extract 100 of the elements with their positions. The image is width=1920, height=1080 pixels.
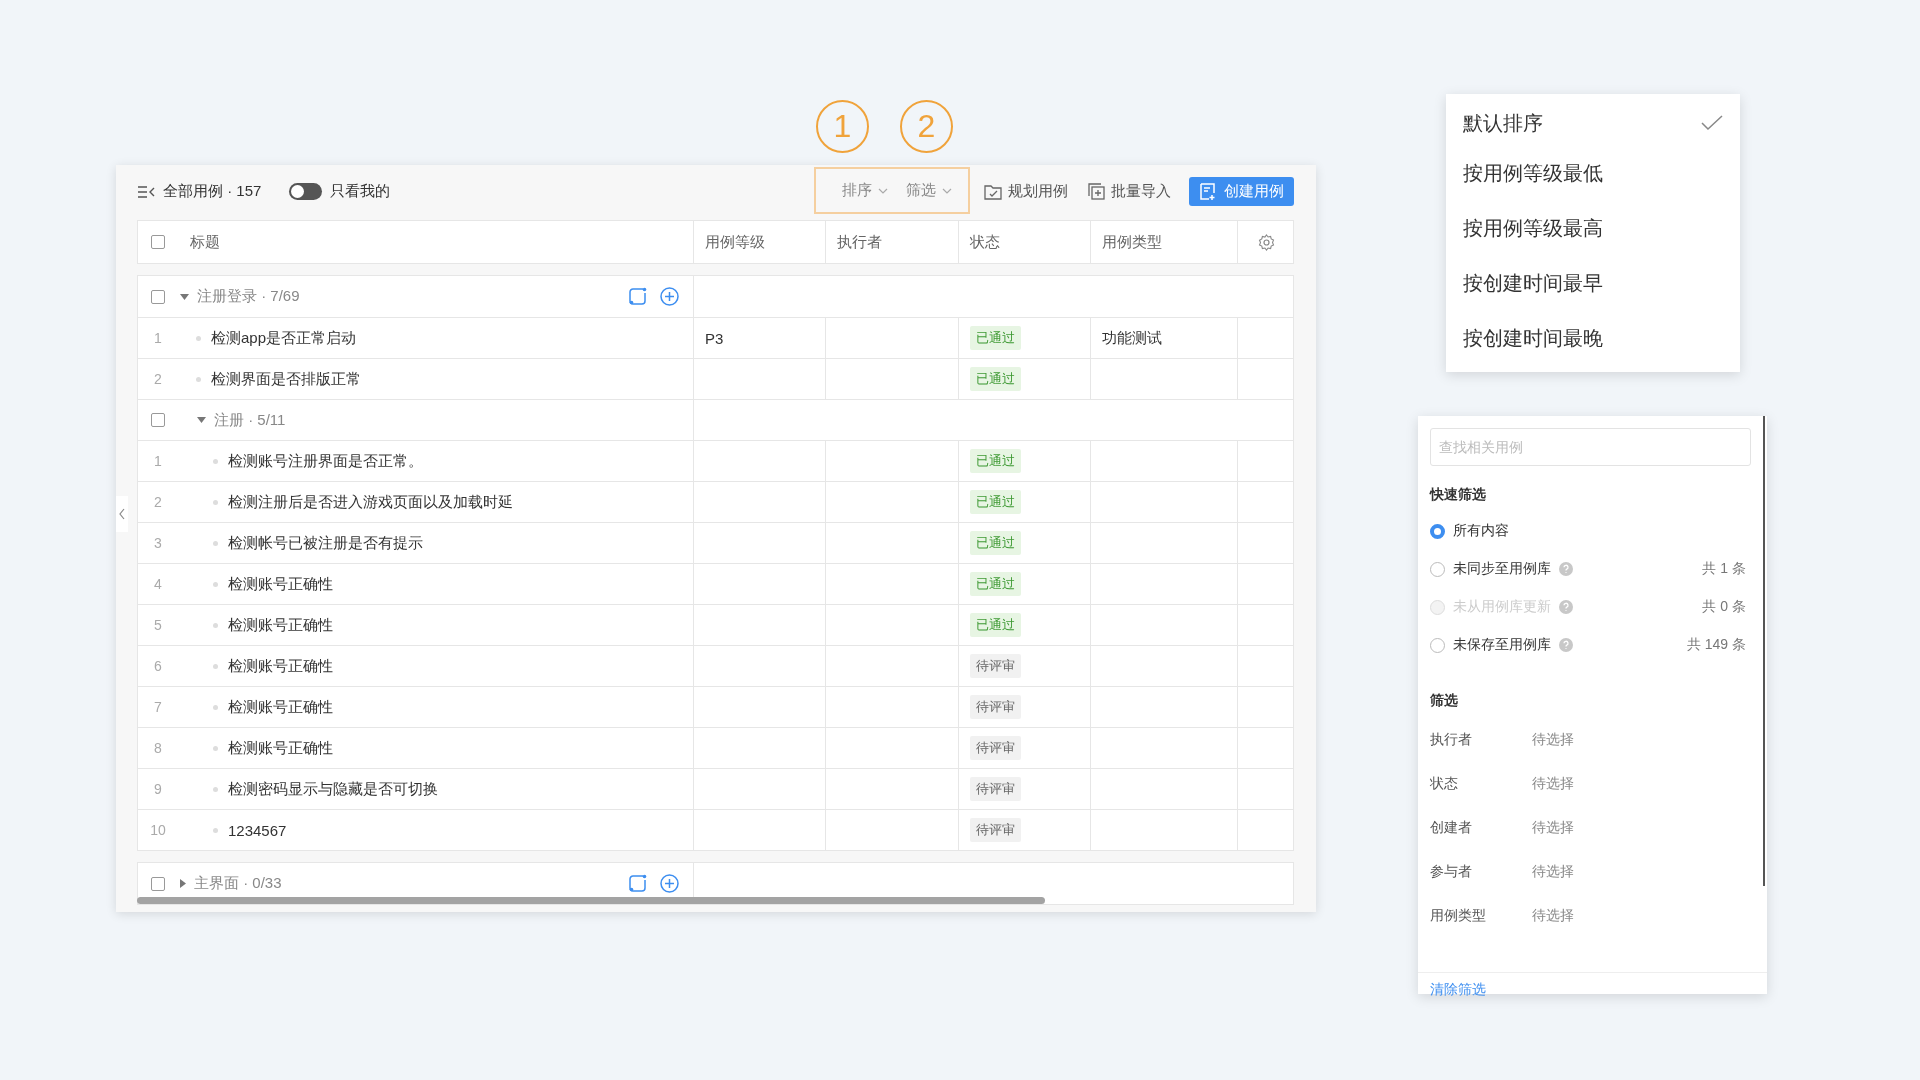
column-header: 标题	[190, 232, 220, 252]
caret-down-icon[interactable]	[180, 293, 189, 300]
column-header: 执行者	[837, 232, 882, 252]
status-tag: 已通过	[970, 490, 1021, 514]
add-icon[interactable]	[660, 287, 679, 306]
bullet-icon	[213, 827, 218, 833]
status-tag: 已通过	[970, 613, 1021, 637]
caret-right-icon[interactable]	[180, 879, 186, 888]
bullet-icon	[213, 622, 218, 628]
group-title[interactable]: 主界面 · 0/33	[194, 874, 282, 893]
status-tag: 已通过	[970, 449, 1021, 473]
status-tag: 已通过	[970, 572, 1021, 596]
document-plus-icon	[1199, 183, 1216, 200]
radio-button[interactable]	[1430, 523, 1445, 539]
bullet-icon	[213, 458, 218, 464]
case-title[interactable]: 检测密码显示与隐藏是否可切换	[228, 779, 438, 799]
checkbox[interactable]	[151, 413, 165, 427]
loop-icon[interactable]	[629, 874, 647, 892]
chevron-down-icon	[878, 187, 888, 194]
menu-item[interactable]: 按用例等级最高	[1446, 201, 1740, 256]
menu-item[interactable]: 按用例等级最低	[1446, 146, 1740, 201]
status-tag: 待评审	[970, 777, 1021, 801]
field-value[interactable]: 待选择	[1532, 819, 1574, 837]
menu-item[interactable]: 默认排序	[1446, 100, 1740, 146]
toggle-switch[interactable]	[289, 183, 323, 200]
row-number: 8	[153, 740, 163, 756]
row-number: 1	[153, 453, 163, 469]
menu-item[interactable]: 按创建时间最晚	[1446, 311, 1740, 366]
case-title[interactable]: 检测账号正确性	[228, 697, 333, 717]
table-cell: 功能测试	[1102, 328, 1162, 348]
bullet-icon	[196, 376, 201, 382]
field-label: 执行者	[1430, 731, 1473, 749]
radio-button[interactable]	[1430, 637, 1445, 653]
case-title[interactable]: 检测账号正确性	[228, 738, 333, 758]
dropdown-button[interactable]: 筛选	[900, 175, 958, 206]
toolbar-button[interactable]: 批量导入	[1082, 176, 1177, 207]
table-cell: P3	[705, 329, 724, 347]
case-title[interactable]: 检测账号正确性	[228, 574, 333, 594]
scrollbar[interactable]	[137, 897, 1045, 904]
case-title[interactable]: 1234567	[228, 821, 287, 839]
status-tag: 已通过	[970, 531, 1021, 555]
field-value[interactable]: 待选择	[1532, 731, 1574, 749]
search-field[interactable]: 查找相关用例	[1430, 428, 1751, 466]
caret-down-icon[interactable]	[197, 417, 206, 423]
case-title[interactable]: 检测账号正确性	[228, 656, 333, 676]
check-icon	[1701, 115, 1723, 131]
radio-label: 未保存至用例库	[1453, 636, 1551, 654]
folder-check-icon	[984, 183, 1002, 200]
scrollbar[interactable]	[1763, 416, 1765, 886]
row-number: 5	[153, 617, 163, 633]
field-value[interactable]: 待选择	[1532, 863, 1574, 881]
bullet-icon	[213, 704, 218, 710]
row-number: 7	[153, 699, 163, 715]
field-label: 用例类型	[1430, 907, 1487, 925]
status-tag: 已通过	[970, 367, 1021, 391]
section-title: 快速筛选	[1430, 486, 1487, 504]
dropdown-button[interactable]: 排序	[836, 175, 894, 206]
radio-label: 未同步至用例库	[1453, 560, 1551, 578]
status-tag: 待评审	[970, 654, 1021, 678]
bullet-icon	[213, 540, 218, 546]
bullet-icon	[213, 581, 218, 587]
step-marker: 1	[816, 100, 869, 153]
loop-icon[interactable]	[629, 287, 647, 305]
clear-filter-link[interactable]: 清除筛选	[1430, 980, 1486, 999]
toolbar-button[interactable]: 规划用例	[978, 176, 1074, 207]
menu-item[interactable]: 按创建时间最早	[1446, 256, 1740, 311]
toggle-label: 只看我的	[330, 182, 391, 201]
settings-icon[interactable]	[1258, 233, 1275, 251]
row-number: 10	[149, 822, 167, 838]
count-label: 共 0 条	[1702, 598, 1746, 616]
status-tag: 已通过	[970, 326, 1021, 350]
checkbox[interactable]	[151, 876, 165, 891]
checkbox[interactable]	[151, 235, 165, 249]
field-label: 参与者	[1430, 863, 1473, 881]
count-label: 共 149 条	[1686, 636, 1746, 654]
field-value[interactable]: 待选择	[1532, 907, 1574, 925]
bullet-icon	[213, 663, 218, 669]
case-title[interactable]: 检测账号注册界面是否正常。	[228, 451, 423, 471]
add-icon[interactable]	[660, 874, 679, 893]
row-number: 3	[153, 535, 163, 551]
bullet-icon	[213, 499, 218, 505]
case-title[interactable]: 检测注册后是否进入游戏页面以及加载时延	[228, 492, 513, 512]
status-tag: 待评审	[970, 695, 1021, 719]
copy-plus-icon	[1088, 183, 1105, 200]
checkbox[interactable]	[151, 289, 165, 304]
status-tag: 待评审	[970, 736, 1021, 760]
collapse-menu-icon[interactable]	[137, 185, 155, 198]
collapse-handle[interactable]	[116, 496, 128, 532]
count-label: 共 1 条	[1702, 560, 1746, 578]
case-title[interactable]: 检测界面是否排版正常	[211, 369, 361, 389]
field-value[interactable]: 待选择	[1532, 775, 1574, 793]
radio-label: 所有内容	[1453, 522, 1509, 540]
radio-button[interactable]	[1430, 561, 1445, 577]
row-number: 9	[153, 781, 163, 797]
case-title[interactable]: 检测app是否正常启动	[211, 328, 357, 348]
case-title[interactable]: 检测账号正确性	[228, 615, 333, 635]
case-title[interactable]: 检测帐号已被注册是否有提示	[228, 533, 423, 553]
group-title[interactable]: 注册登录 · 7/69	[197, 287, 300, 306]
group-title[interactable]: 注册 · 5/11	[214, 410, 286, 430]
case-count-title: 全部用例 · 157	[163, 182, 262, 201]
